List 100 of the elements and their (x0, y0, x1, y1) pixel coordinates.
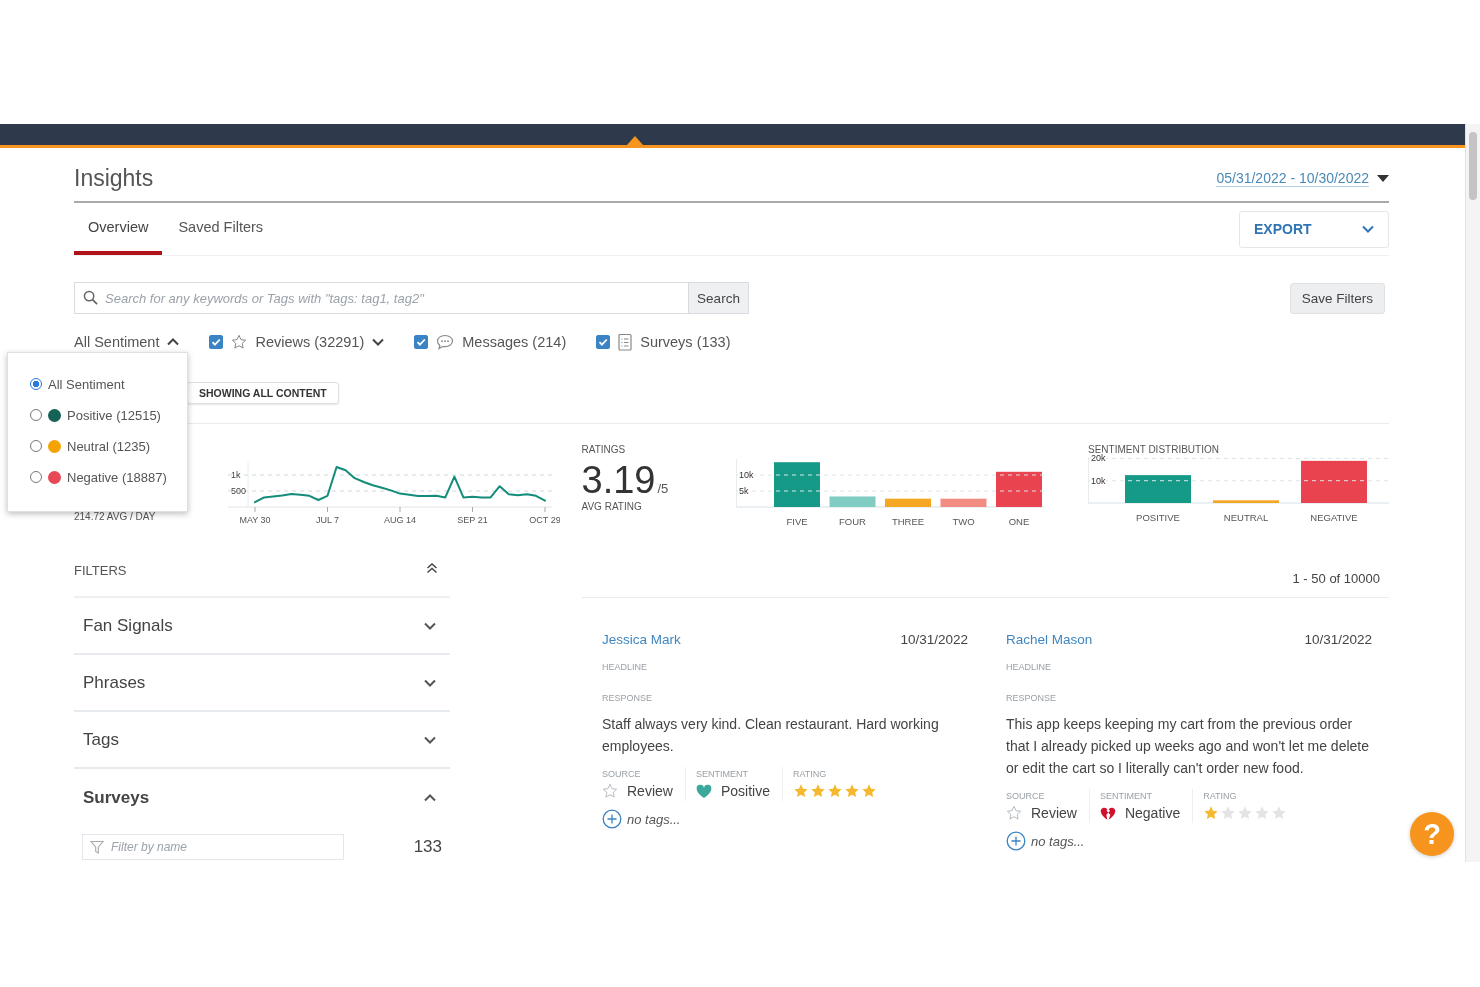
notch-marker (627, 136, 643, 145)
content-type-label: Surveys (133) (640, 334, 731, 350)
bar (940, 498, 987, 507)
axis-label: OCT 29 (528, 515, 560, 525)
axis-label: 20k (1091, 453, 1106, 464)
field-label: RATING (792, 768, 828, 781)
chevron-up-icon (167, 338, 180, 346)
star-icon (1220, 805, 1237, 821)
radio-button[interactable] (30, 471, 42, 483)
chevron-down-icon (1362, 225, 1374, 233)
chevron-down-icon[interactable] (372, 338, 385, 346)
axis-label: NEUTRAL (1223, 512, 1269, 523)
export-button[interactable]: EXPORT (1239, 210, 1389, 248)
rating-scale: /5 (657, 481, 669, 496)
reviewer-name-link[interactable]: Jessica Mark (602, 631, 681, 647)
filter-icon (90, 840, 104, 854)
bar (829, 496, 876, 507)
content-type-label: Messages (214) (462, 334, 567, 350)
reviewer-name-link[interactable]: Rachel Mason (1006, 631, 1093, 647)
bar (1125, 475, 1191, 503)
checkbox[interactable] (414, 335, 429, 349)
source-value: Review (627, 783, 673, 799)
page-title: Insights (74, 165, 154, 192)
search-icon (83, 290, 98, 305)
tags-text: no tags... (1031, 833, 1085, 849)
avg-rating-caption: AVG RATING (581, 501, 643, 512)
review-response: This app keeps keeping my cart from the previous order that I already picked up weeks ago and won't let me delete or edit the cart so I literally can't order new food. (1006, 715, 1370, 778)
bar (885, 498, 931, 507)
star-icon (826, 783, 843, 799)
radio-button[interactable] (30, 409, 42, 421)
sentiment-value: Positive (720, 783, 770, 799)
add-tag-icon[interactable] (1006, 831, 1026, 851)
field-label: HEADLINE (1006, 661, 1052, 674)
chevron-down-icon (424, 735, 436, 744)
double-chevron-up-icon[interactable] (426, 562, 438, 574)
filter-section[interactable]: Phrases (74, 655, 450, 712)
filter-section[interactable]: Surveys (74, 769, 450, 826)
star-icon (1203, 805, 1220, 821)
chart-title: SENTIMENT DISTRIBUTION (1088, 444, 1220, 455)
axis-label: 10k (1091, 475, 1106, 486)
survey-count: 133 (413, 837, 442, 857)
star-icon (792, 783, 809, 799)
review-date: 10/31/2022 (1304, 631, 1372, 647)
star-icon (1006, 805, 1022, 821)
average-per-day: 214.72 AVG / DAY (74, 511, 228, 522)
axis-label: FOUR (839, 516, 866, 527)
radio-button[interactable] (30, 378, 42, 390)
field-label: SENTIMENT (1099, 790, 1153, 803)
axis-label: 1k (230, 470, 240, 480)
broken-heart-icon (1099, 805, 1116, 821)
review-response: Staff always very kind. Clean restaurant. Hard working employees. (602, 715, 940, 756)
average-rating: 3.19 (581, 459, 656, 501)
scrollbar[interactable] (1465, 124, 1480, 862)
scroll-thumb[interactable] (1469, 132, 1477, 200)
ratings-heading: RATINGS (581, 444, 627, 455)
checkbox[interactable] (209, 335, 224, 349)
checkbox[interactable] (596, 335, 611, 349)
option-label: Positive (12515) (67, 407, 161, 423)
star-icon (1237, 805, 1254, 821)
tab[interactable]: Saved Filters (164, 203, 278, 255)
filters-heading: FILTERS (74, 562, 127, 580)
star-icon (231, 334, 248, 350)
add-tag-icon[interactable] (602, 809, 622, 829)
chevron-up-icon (424, 793, 436, 802)
sentiment-dropdown[interactable]: All Sentiment (74, 334, 180, 350)
option-label: Neutral (1235) (67, 438, 151, 454)
sentiment-value: Negative (1124, 805, 1181, 821)
date-range-link[interactable]: 05/31/2022 - 10/30/2022 (1216, 170, 1369, 187)
star-icon (809, 783, 826, 799)
bar (996, 471, 1042, 507)
field-label: SENTIMENT (695, 768, 749, 781)
tags-text: no tags... (627, 811, 681, 827)
star-icon (602, 783, 618, 799)
bar (1213, 500, 1279, 503)
field-label: RESPONSE (1006, 692, 1057, 705)
axis-label: 5k (739, 486, 749, 496)
results-range: 1 - 50 of 10000 (1292, 571, 1380, 588)
axis-label: POSITIVE (1136, 512, 1180, 523)
radio-button[interactable] (30, 440, 42, 452)
axis-label: 500 (230, 486, 246, 496)
bar (1301, 460, 1367, 503)
star-icon (843, 783, 860, 799)
axis-label: FIVE (786, 516, 808, 527)
axis-label: MAY 30 (238, 515, 271, 525)
field-label: RATING (1203, 790, 1238, 803)
search-button[interactable]: Search (688, 282, 749, 314)
filter-section[interactable]: Tags (74, 712, 450, 769)
axis-label: NEGATIVE (1310, 512, 1358, 523)
search-field[interactable]: Search for any keywords or Tags with "tags: tag1, tag2" (74, 282, 688, 314)
content-type-label: Reviews (32291) (255, 334, 365, 350)
bar (774, 462, 820, 507)
filter-field[interactable]: Filter by name (82, 834, 344, 860)
filter-section[interactable]: Fan Signals (74, 598, 450, 655)
field-label: SOURCE (1006, 790, 1046, 803)
review-date: 10/31/2022 (900, 631, 968, 647)
tab[interactable]: Overview (74, 203, 163, 255)
save-filters-button[interactable]: Save Filters (1289, 282, 1385, 314)
star-icon (1271, 805, 1288, 821)
field-label: RESPONSE (602, 692, 653, 705)
field-label: HEADLINE (602, 661, 648, 674)
